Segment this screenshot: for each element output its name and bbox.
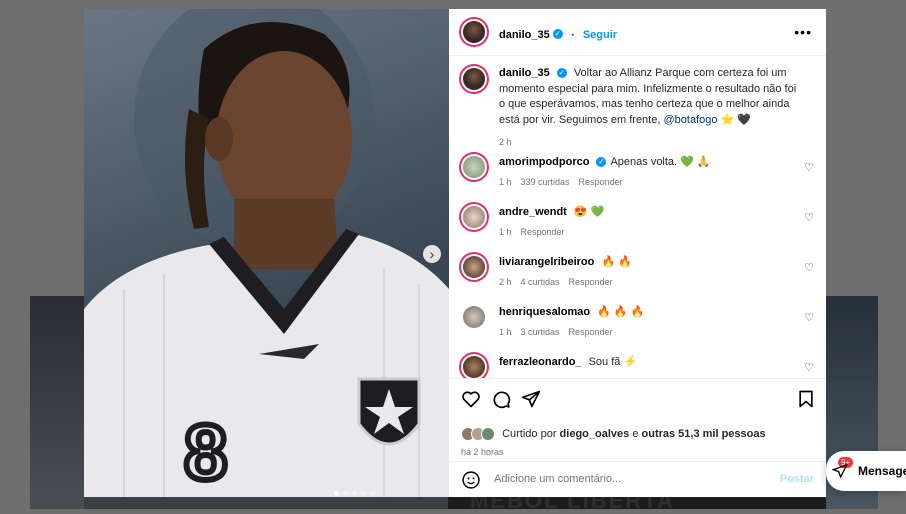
comment-item: ferrazleonardo_ Sou fã ⚡ ♡ xyxy=(449,353,826,378)
carousel-dot xyxy=(352,491,357,496)
comment-username[interactable]: ferrazleonardo_ xyxy=(499,356,582,368)
comment-time[interactable]: 1 h xyxy=(499,227,512,237)
comment-time[interactable]: 1 h xyxy=(499,177,512,187)
comment-username[interactable]: andre_wendt xyxy=(499,206,567,218)
author-username[interactable]: danilo_35 xyxy=(499,29,550,41)
comment-text: Sou fã ⚡ xyxy=(588,356,638,368)
caption-emojis: ⭐ 🖤 xyxy=(720,113,751,126)
carousel-dot xyxy=(361,491,366,496)
like-comment-icon[interactable]: ♡ xyxy=(804,161,814,174)
like-comment-icon[interactable]: ♡ xyxy=(804,311,814,324)
comment-text: Apenas volta. 💚 🙏 xyxy=(610,156,711,168)
comment-item: liviarangelribeiroo 🔥 🔥 2 h 4 curtidas Res… xyxy=(449,253,826,298)
commenter-avatar[interactable] xyxy=(463,156,485,178)
comment-item: andre_wendt 😍 💚 1 h Responder ♡ xyxy=(449,203,826,248)
comment-text: 🔥 🔥 xyxy=(601,256,632,268)
caption-time[interactable]: 2 h xyxy=(499,137,512,147)
follow-button[interactable]: Seguir xyxy=(583,29,617,41)
reply-button[interactable]: Responder xyxy=(521,227,565,237)
verified-icon: ✓ xyxy=(556,68,567,79)
like-comment-icon[interactable]: ♡ xyxy=(804,361,814,374)
header-separator: • xyxy=(571,30,575,40)
emoji-icon[interactable] xyxy=(461,470,481,490)
more-options-icon[interactable]: ••• xyxy=(794,24,812,40)
comment-username[interactable]: liviarangelribeiroo xyxy=(499,256,594,268)
verified-icon: ✓ xyxy=(596,157,607,168)
like-heart-icon[interactable] xyxy=(461,389,481,409)
comments-list[interactable]: danilo_35 ✓ Voltar ao Allianz Parque com … xyxy=(449,56,826,378)
background-left-image xyxy=(30,296,84,509)
carousel-indicator xyxy=(334,491,375,496)
caption-username[interactable]: danilo_35 xyxy=(499,67,550,79)
messenger-icon xyxy=(832,463,848,479)
caption-mention[interactable]: @botafogo xyxy=(663,114,717,126)
comment-text: 😍 💚 xyxy=(573,206,605,218)
share-send-icon[interactable] xyxy=(521,389,541,409)
post-time[interactable]: há 2 horas xyxy=(461,447,504,457)
liked-user[interactable]: diego_oalves xyxy=(560,428,630,440)
comment-time[interactable]: 2 h xyxy=(499,277,512,287)
author-avatar[interactable] xyxy=(463,21,485,43)
liked-prefix: Curtido por xyxy=(502,427,557,440)
liker-avatar xyxy=(481,427,495,441)
comment-username[interactable]: amorimpodporco xyxy=(499,156,589,168)
commenter-avatar[interactable] xyxy=(463,206,485,228)
comment-likes[interactable]: 339 curtidas xyxy=(521,177,570,187)
reply-button[interactable]: Responder xyxy=(569,327,613,337)
jersey-number: 8 xyxy=(184,408,227,496)
add-comment-bar: Postar xyxy=(449,461,826,498)
reply-button[interactable]: Responder xyxy=(579,177,623,187)
verified-icon: ✓ xyxy=(552,28,563,39)
messages-label: Mensage xyxy=(858,464,906,478)
carousel-next-button[interactable]: › xyxy=(423,245,441,263)
carousel-dot xyxy=(334,491,339,496)
liked-conj: e xyxy=(632,427,639,440)
post-actions: Curtido por diego_oalves e outras 51,3 m… xyxy=(449,378,826,461)
comment-input[interactable] xyxy=(492,472,776,486)
carousel-dot xyxy=(370,491,375,496)
post-side-panel: danilo_35 ✓ • Seguir ••• danilo_35 ✓ Volta… xyxy=(449,9,826,497)
like-comment-icon[interactable]: ♡ xyxy=(804,261,814,274)
carousel-dot xyxy=(343,491,348,496)
commenter-avatar[interactable] xyxy=(463,256,485,278)
liked-by: Curtido por diego_oalves e outras 51,3 m… xyxy=(461,427,766,441)
comment-likes[interactable]: 3 curtidas xyxy=(521,327,560,337)
comment-text: 🔥 🔥 🔥 xyxy=(597,306,645,318)
post-header: danilo_35 ✓ • Seguir ••• xyxy=(449,9,826,56)
comment-item: amorimpodporco ✓ Apenas volta. 💚 🙏 1 h 339 … xyxy=(449,153,826,198)
player-photo: 8 xyxy=(84,9,449,497)
comment-time[interactable]: 1 h xyxy=(499,327,512,337)
liked-others[interactable]: outras 51,3 mil pessoas xyxy=(642,428,766,440)
post-comment-button[interactable]: Postar xyxy=(780,473,814,485)
comment-username[interactable]: henriquesalomao xyxy=(499,306,590,318)
reply-button[interactable]: Responder xyxy=(569,277,613,287)
save-bookmark-icon[interactable] xyxy=(796,389,816,409)
like-comment-icon[interactable]: ♡ xyxy=(804,211,814,224)
commenter-avatar[interactable] xyxy=(463,306,485,328)
post-media[interactable]: 8 xyxy=(84,9,449,497)
caption-avatar[interactable] xyxy=(463,68,485,90)
comment-item: henriquesalomao 🔥 🔥 🔥 1 h 3 curtidas Respo… xyxy=(449,303,826,348)
commenter-avatar[interactable] xyxy=(463,356,485,378)
messages-button[interactable]: 9+ Mensage xyxy=(826,451,906,491)
comment-likes[interactable]: 4 curtidas xyxy=(521,277,560,287)
comment-bubble-icon[interactable] xyxy=(491,389,511,409)
